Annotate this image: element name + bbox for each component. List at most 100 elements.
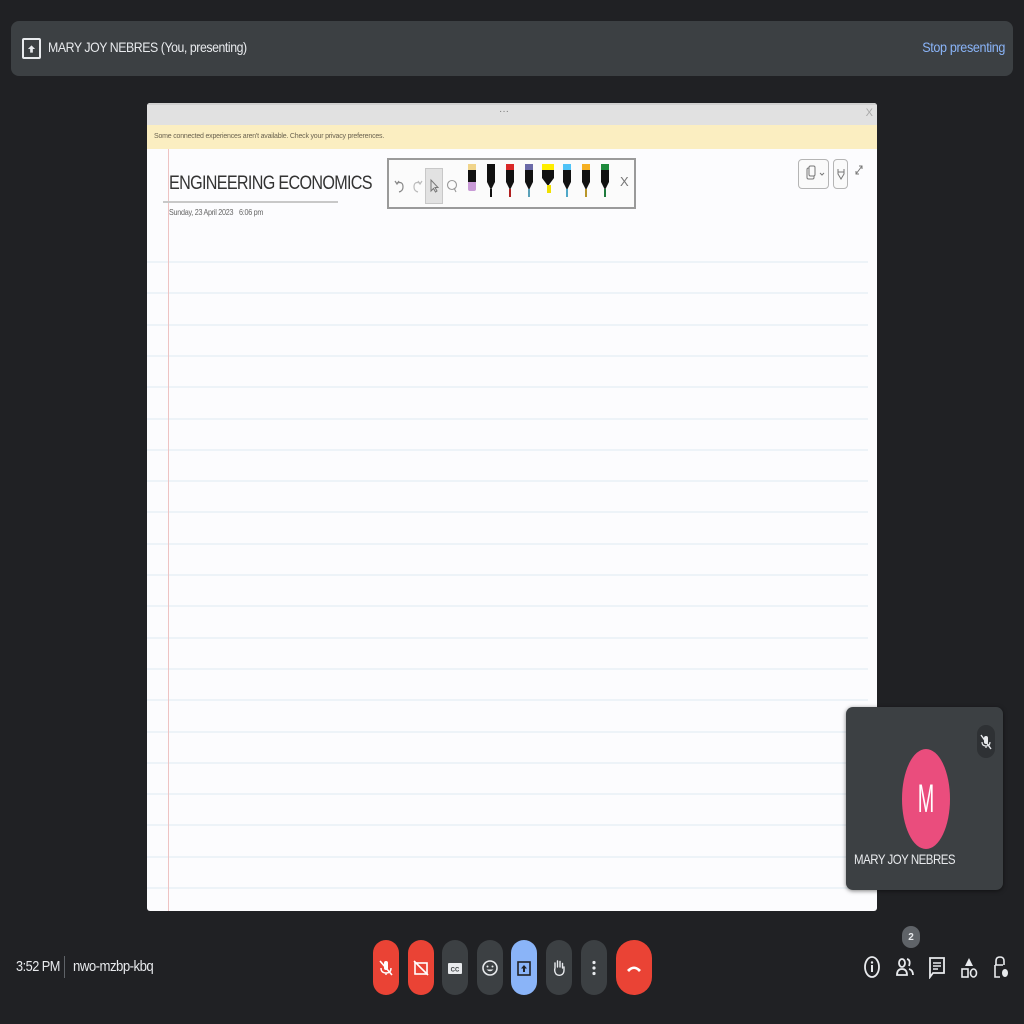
ruled-line [147,323,868,326]
mic-off-icon [379,959,393,976]
ruled-line [147,261,868,263]
meeting-details-button[interactable] [861,952,883,982]
emoji-reaction-button[interactable] [477,940,503,995]
expand-icon [855,165,863,175]
activities-button[interactable] [958,952,980,982]
undo-icon [394,180,404,193]
ruled-line [147,730,868,733]
avatar-initial: M [917,775,935,821]
titlebar-more-icon[interactable]: ··· [499,106,509,117]
privacy-notice[interactable]: Some connected experiences aren't availa… [147,125,877,149]
camera-off-icon [413,959,429,976]
ruled-line [147,887,868,889]
pen-tip [566,189,568,197]
tile-mic-muted-indicator [977,725,995,758]
select-tool-button[interactable] [425,168,443,204]
page-date: Sunday, 23 April 2023 [169,208,234,217]
meeting-code: nwo-mzbp-kbq [73,958,154,975]
more-options-button[interactable] [581,940,607,995]
present-now-button[interactable] [511,940,537,995]
pen-settings-icon [837,169,844,180]
redo-button[interactable] [409,168,425,204]
ruled-line [147,354,868,357]
ruled-line [147,636,868,639]
pen-red[interactable] [505,164,515,198]
ruled-line [147,386,868,389]
ruled-line [147,417,868,420]
pen-body [542,170,554,178]
ruled-line [147,448,868,451]
pen-black[interactable] [486,164,496,198]
ruled-line [147,793,868,796]
mic-toggle-button[interactable] [373,940,399,995]
ruled-line [147,292,868,295]
pen-body [487,170,495,182]
more-vert-icon [592,960,596,975]
ruled-line [147,511,868,514]
pen-body [563,170,571,182]
close-draw-toolbar-button[interactable]: X [620,174,629,189]
page-title[interactable]: ENGINEERING ECONOMICS [169,173,373,195]
window-titlebar[interactable]: ··· X [147,103,877,125]
pen-body [506,170,514,182]
present-icon [22,38,41,59]
lasso-icon [446,179,458,193]
svg-text:CC: CC [451,967,460,973]
people-button[interactable] [894,952,916,982]
participants-count-badge: 2 [902,926,920,948]
expand-button[interactable] [854,164,864,179]
stop-presenting-button[interactable]: Stop presenting [922,39,1005,55]
pen-tip [490,189,492,197]
chat-icon [929,957,945,979]
pen-galaxy[interactable] [524,164,534,198]
ruled-line [147,542,868,545]
activities-icon [961,958,978,978]
highlighter-yellow[interactable] [542,164,554,198]
ruled-line [147,699,868,702]
ruled-line [147,667,868,670]
raise-hand-button[interactable] [546,940,572,995]
camera-toggle-button[interactable] [408,940,434,995]
cursor-icon [430,178,439,193]
participant-name: MARY JOY NEBRES [854,851,956,867]
lock-person-icon [994,956,1008,978]
captions-icon: CC [448,962,462,974]
pen-settings-button[interactable] [833,159,848,189]
page-time: 6:06 pm [239,208,264,217]
chat-button[interactable] [926,952,948,982]
page-icon [806,165,825,180]
host-controls-button[interactable] [990,952,1012,982]
window-close-button[interactable]: X [866,107,873,119]
pen-green[interactable] [600,164,610,198]
pen-light-blue[interactable] [562,164,572,198]
presenter-label: MARY JOY NEBRES (You, presenting) [48,39,247,55]
divider [64,956,65,978]
leave-call-button[interactable] [616,940,652,995]
mic-off-icon [980,734,992,749]
pen-body [601,170,609,182]
emoji-icon [482,959,498,976]
ruled-line [147,480,868,483]
self-video-tile[interactable]: M MARY JOY NEBRES [846,707,1003,890]
ruled-line [147,574,868,576]
hang-up-icon [627,966,641,972]
page-view-dropdown[interactable] [798,159,829,189]
ruled-line [147,761,868,764]
pen-tip [468,182,476,191]
info-icon [864,956,880,978]
title-underline [163,201,338,203]
pen-gold[interactable] [581,164,591,198]
draw-toolbar: X [387,158,636,209]
pen-tip [585,189,587,197]
pen-tip [547,185,551,193]
hand-icon [553,959,565,976]
undo-button[interactable] [392,168,408,204]
present-icon [517,960,531,976]
lasso-tool-button[interactable] [444,168,460,204]
captions-button[interactable]: CC [442,940,468,995]
pen-tip [528,189,530,197]
presenting-banner: MARY JOY NEBRES (You, presenting) Stop p… [11,21,1013,76]
pen-pink-eraser[interactable] [467,164,477,198]
shared-screen-onenote: ··· X Some connected experiences aren't … [147,103,877,911]
ruled-line [147,605,868,608]
